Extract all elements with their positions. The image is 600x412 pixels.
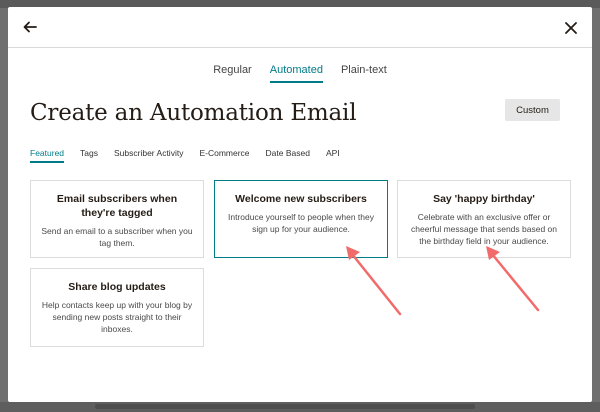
card-title: Share blog updates	[68, 281, 166, 293]
tab-e-commerce[interactable]: E-Commerce	[199, 148, 249, 163]
background-page-content	[95, 404, 475, 409]
automation-email-modal: Regular Automated Plain-text Create an A…	[8, 7, 592, 402]
card-tagged-email[interactable]: Email subscribers when they're tagged Se…	[30, 180, 204, 258]
tab-api[interactable]: API	[326, 148, 340, 163]
tab-subscriber-activity[interactable]: Subscriber Activity	[114, 148, 183, 163]
card-happy-birthday[interactable]: Say 'happy birthday' Celebrate with an e…	[397, 180, 571, 258]
email-type-tabs: Regular Automated Plain-text	[8, 64, 592, 83]
card-description: Introduce yourself to people when they s…	[227, 212, 374, 234]
back-button[interactable]	[19, 17, 41, 37]
card-description: Celebrate with an exclusive offer or che…	[410, 212, 557, 246]
page-title: Create an Automation Email	[30, 100, 357, 126]
modal-header	[8, 7, 592, 48]
close-x-icon	[565, 22, 577, 34]
tab-tags[interactable]: Tags	[80, 148, 98, 163]
tab-automated[interactable]: Automated	[269, 64, 323, 83]
arrow-left-icon	[23, 21, 37, 33]
tab-date-based[interactable]: Date Based	[266, 148, 310, 163]
card-share-blog[interactable]: Share blog updates Help contacts keep up…	[30, 268, 204, 347]
tab-plain-text[interactable]: Plain-text	[341, 64, 387, 83]
card-title: Welcome new subscribers	[235, 193, 367, 205]
card-description: Help contacts keep up with your blog by …	[41, 300, 193, 334]
card-welcome-subscribers[interactable]: Welcome new subscribers Introduce yourse…	[214, 180, 388, 258]
card-description: Send an email to a subscriber when you t…	[41, 226, 193, 248]
close-button[interactable]	[560, 17, 582, 39]
card-title: Email subscribers when they're tagged	[56, 193, 178, 219]
category-tabs: Featured Tags Subscriber Activity E-Comm…	[30, 148, 356, 163]
custom-button[interactable]: Custom	[505, 99, 560, 121]
card-title: Say 'happy birthday'	[433, 193, 535, 205]
tab-regular[interactable]: Regular	[213, 64, 252, 83]
tab-featured[interactable]: Featured	[30, 148, 65, 163]
